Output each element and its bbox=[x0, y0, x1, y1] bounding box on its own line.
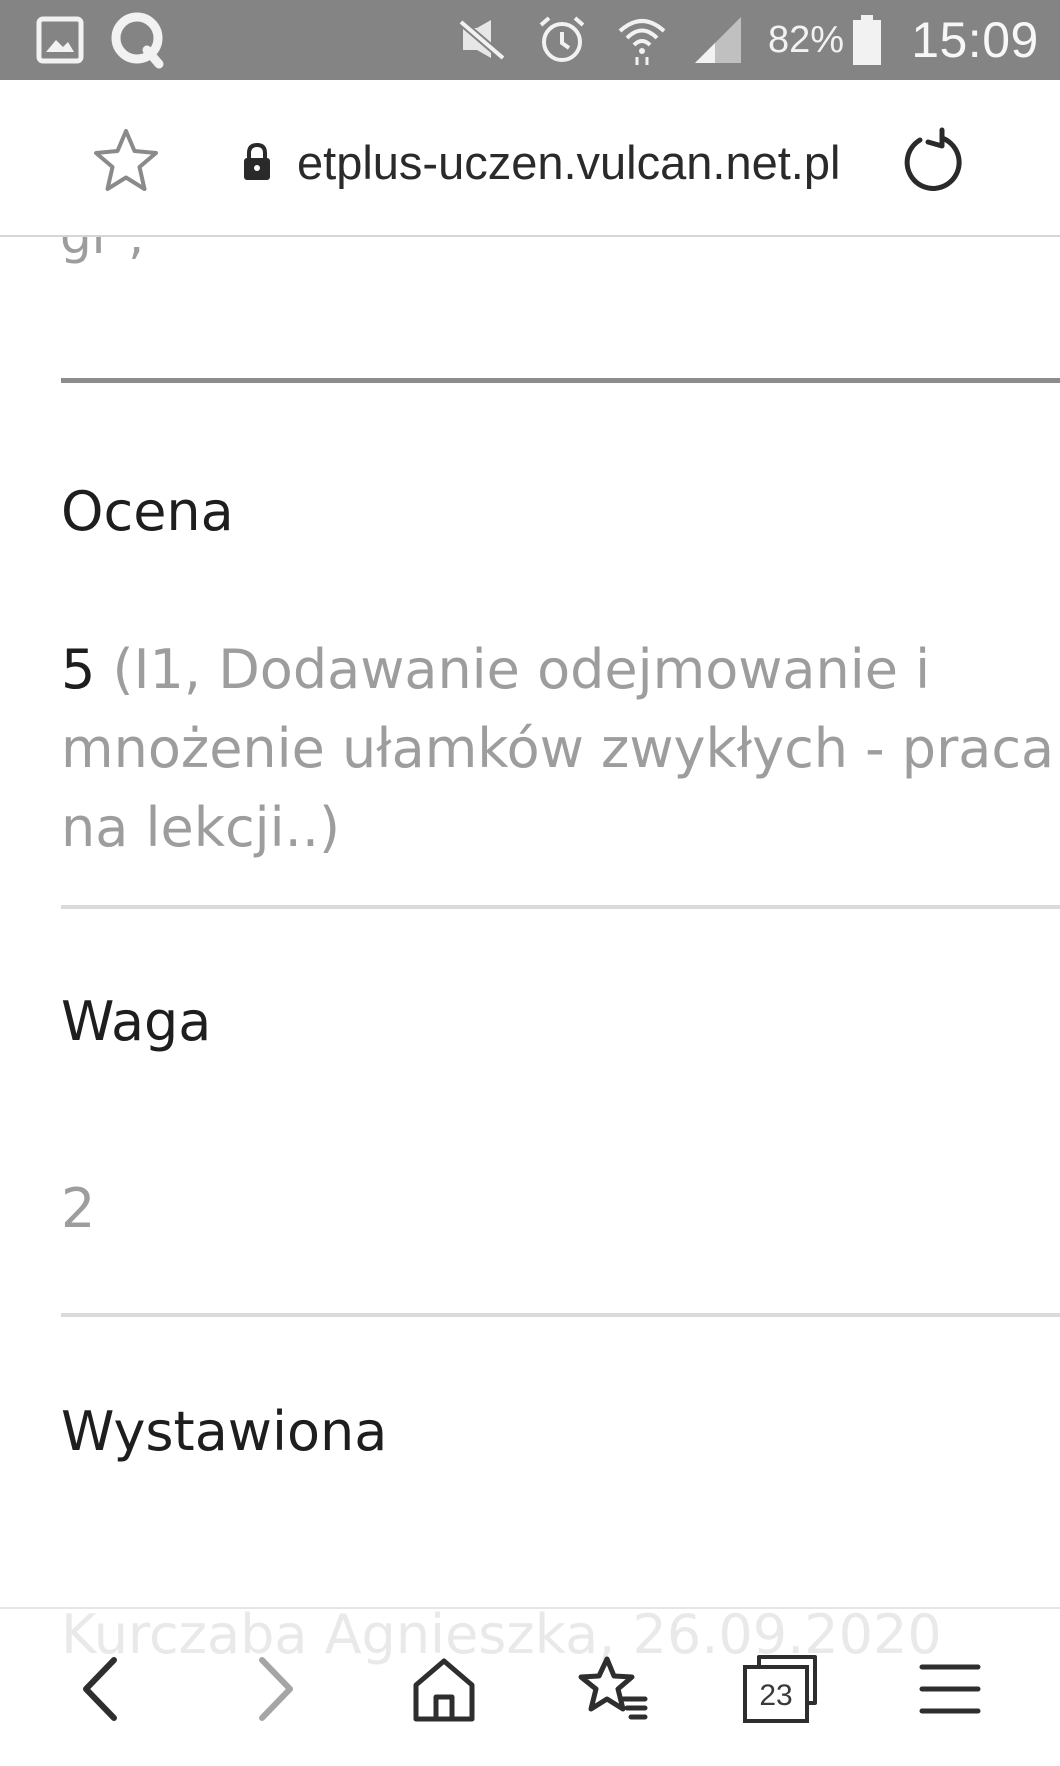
battery-icon bbox=[852, 0, 882, 80]
tabs-icon: 23 bbox=[743, 1655, 817, 1723]
hamburger-menu-icon bbox=[919, 1664, 981, 1714]
grade-value: 5 bbox=[61, 638, 96, 701]
grade-detail-3: na lekcji..) bbox=[61, 796, 341, 859]
divider bbox=[61, 1313, 1060, 1317]
status-bar: 82% 15:09 bbox=[0, 0, 1060, 80]
bookmarks-button[interactable] bbox=[565, 1641, 661, 1737]
bookmarks-icon bbox=[578, 1656, 648, 1720]
field-label-waga: Waga bbox=[61, 990, 212, 1053]
menu-button[interactable] bbox=[902, 1641, 998, 1737]
field-value-waga: 2 bbox=[61, 1177, 96, 1240]
tabs-button[interactable]: 23 bbox=[733, 1641, 829, 1737]
forward-button[interactable] bbox=[226, 1641, 322, 1737]
signal-icon bbox=[690, 0, 746, 80]
tabs-count: 23 bbox=[759, 1679, 792, 1712]
wifi-icon bbox=[614, 0, 670, 80]
grade-detail-2: mnożenie ułamków zwykłych - praca bbox=[61, 717, 1055, 780]
address-bar: etplus-uczen.vulcan.net.pl bbox=[0, 80, 1060, 237]
cut-off-text: gr , bbox=[60, 237, 960, 265]
field-value-ocena: 5 (I1, Dodawanie odejmowanie i mnożenie … bbox=[61, 630, 1060, 867]
back-button[interactable] bbox=[54, 1641, 150, 1737]
grade-line-1: 5 (I1, Dodawanie odejmowanie i bbox=[61, 630, 1060, 709]
clock: 15:09 bbox=[911, 12, 1039, 68]
home-icon bbox=[413, 1658, 475, 1722]
mute-icon bbox=[454, 0, 510, 80]
url-text[interactable]: etplus-uczen.vulcan.net.pl bbox=[297, 128, 840, 198]
home-button[interactable] bbox=[396, 1641, 492, 1737]
reload-icon[interactable] bbox=[898, 126, 970, 198]
chevron-left-icon bbox=[83, 1657, 117, 1721]
grade-details: gr , Ocena 5 (I1, Dodawanie odejmowanie … bbox=[0, 237, 1060, 1607]
battery-percent: 82% bbox=[767, 18, 845, 61]
gallery-notification-icon bbox=[30, 0, 90, 80]
alarm-icon bbox=[534, 0, 590, 80]
field-label-ocena: Ocena bbox=[61, 480, 234, 543]
bookmark-star-icon[interactable] bbox=[90, 125, 162, 197]
divider bbox=[61, 905, 1060, 909]
quick-search-notification-icon bbox=[105, 0, 173, 80]
divider bbox=[61, 378, 1060, 383]
chevron-right-icon bbox=[259, 1657, 293, 1721]
lock-icon bbox=[242, 142, 272, 181]
grade-detail-1: (I1, Dodawanie odejmowanie i bbox=[112, 638, 931, 701]
field-label-wystawiona: Wystawiona bbox=[61, 1400, 388, 1463]
bottom-toolbar: Kurczaba Agnieszka, 26.09.2020 23 bbox=[0, 1607, 1060, 1766]
